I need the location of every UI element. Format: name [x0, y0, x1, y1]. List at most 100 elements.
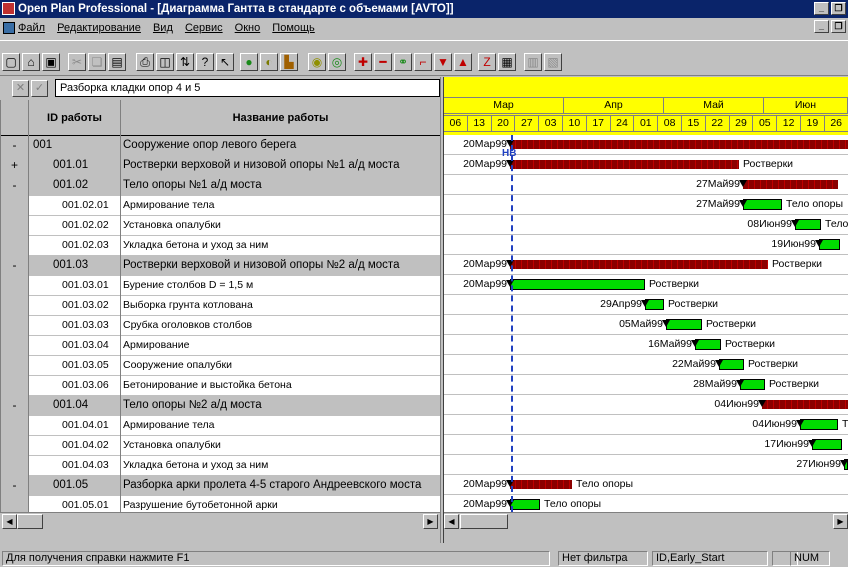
row-outline-toggle[interactable]: -: [1, 256, 29, 276]
activity-name-cell[interactable]: Бурение столбов D = 1,5 м: [121, 276, 440, 296]
table-row[interactable]: 001.03.02 Выборка грунта котлована: [1, 296, 440, 316]
target-icon[interactable]: ◎: [328, 53, 346, 71]
resource-icon[interactable]: ◐: [260, 53, 278, 71]
row-outline-toggle[interactable]: [1, 216, 29, 236]
restore-button[interactable]: ❐: [831, 2, 846, 15]
sort-icon[interactable]: ⇅: [176, 53, 194, 71]
row-outline-toggle[interactable]: [1, 316, 29, 336]
menu-window[interactable]: Окно: [235, 22, 261, 34]
minimize-button[interactable]: _: [814, 2, 829, 15]
open-icon[interactable]: ⌂: [22, 53, 40, 71]
table-row[interactable]: 001.03.05 Сооружение опалубки: [1, 356, 440, 376]
grid-horizontal-scrollbar[interactable]: ◀ ▶: [0, 512, 440, 529]
save-icon[interactable]: ▣: [42, 53, 60, 71]
table-row[interactable]: 001.02.03 Укладка бетона и уход за ним: [1, 236, 440, 256]
row-outline-toggle[interactable]: [1, 296, 29, 316]
cut-icon[interactable]: ✂: [68, 53, 86, 71]
activity-id-cell[interactable]: 001.05: [29, 476, 121, 496]
gantt-scroll-left-button[interactable]: ◀: [444, 514, 459, 529]
confirm-edit-icon[interactable]: ✓: [31, 80, 48, 97]
row-outline-toggle[interactable]: [1, 336, 29, 356]
activity-id-cell[interactable]: 001.03.06: [29, 376, 121, 396]
activity-name-cell[interactable]: Сооружение опор левого берега: [121, 136, 440, 156]
activity-name-cell[interactable]: Разборка арки пролета 4-5 старого Андрее…: [121, 476, 440, 496]
table-row[interactable]: -001.05 Разборка арки пролета 4-5 старого…: [1, 476, 440, 496]
activity-id-cell[interactable]: 001.02.03: [29, 236, 121, 256]
menu-service[interactable]: Сервис: [185, 22, 223, 34]
activity-name-cell[interactable]: Тело опоры №1 а/д моста: [121, 176, 440, 196]
table-row[interactable]: 001.05.01 Разрушение бутобетонной арки: [1, 496, 440, 512]
row-outline-toggle[interactable]: [1, 236, 29, 256]
row-outline-toggle[interactable]: -: [1, 136, 29, 156]
table-row[interactable]: -001.03 Ростверки верховой и низовой опор…: [1, 256, 440, 276]
activity-name-cell[interactable]: Ростверки верховой и низовой опоры №2 а/…: [121, 256, 440, 276]
column-header-id[interactable]: ID работы: [29, 100, 121, 136]
row-outline-toggle[interactable]: [1, 376, 29, 396]
task-bar[interactable]: [510, 279, 645, 290]
table-row[interactable]: -001 Сооружение опор левого берега: [1, 136, 440, 156]
unlink-icon[interactable]: ⌐: [414, 53, 432, 71]
task-bar[interactable]: [812, 439, 842, 450]
activity-id-cell[interactable]: 001.02.01: [29, 196, 121, 216]
table-row[interactable]: -001.02 Тело опоры №1 а/д моста: [1, 176, 440, 196]
add-icon[interactable]: ✚: [354, 53, 372, 71]
activity-id-cell[interactable]: 001.05.01: [29, 496, 121, 512]
row-outline-toggle[interactable]: [1, 456, 29, 476]
menu-view[interactable]: Вид: [153, 22, 173, 34]
row-outline-toggle[interactable]: -: [1, 476, 29, 496]
activity-name-cell[interactable]: Установка опалубки: [121, 436, 440, 456]
progress-icon[interactable]: ◉: [308, 53, 326, 71]
new-icon[interactable]: ▢: [2, 53, 20, 71]
activity-id-cell[interactable]: 001.04.03: [29, 456, 121, 476]
activity-name-cell[interactable]: Бетонирование и выстойка бетона: [121, 376, 440, 396]
activity-id-cell[interactable]: 001.03.01: [29, 276, 121, 296]
summary-bar[interactable]: [510, 480, 572, 489]
activity-name-cell[interactable]: Установка опалубки: [121, 216, 440, 236]
activity-name-cell[interactable]: Армирование тела: [121, 416, 440, 436]
activity-name-cell[interactable]: Срубка оголовков столбов: [121, 316, 440, 336]
row-outline-toggle[interactable]: [1, 436, 29, 456]
row-outline-toggle[interactable]: [1, 496, 29, 512]
link-icon[interactable]: ⚭: [394, 53, 412, 71]
layout-icon[interactable]: ▥: [524, 53, 542, 71]
task-bar[interactable]: [800, 419, 838, 430]
activity-name-cell[interactable]: Армирование тела: [121, 196, 440, 216]
row-outline-toggle[interactable]: +: [1, 156, 29, 176]
row-outline-toggle[interactable]: [1, 416, 29, 436]
cancel-edit-icon[interactable]: ✕: [12, 80, 29, 97]
table-row[interactable]: 001.03.04 Армирование: [1, 336, 440, 356]
table-icon[interactable]: ▦: [498, 53, 516, 71]
copy-icon[interactable]: ❏: [88, 53, 106, 71]
activity-name-cell[interactable]: Укладка бетона и уход за ним: [121, 236, 440, 256]
table-row[interactable]: 001.02.01 Армирование тела: [1, 196, 440, 216]
summary-bar[interactable]: [510, 160, 739, 169]
summary-bar[interactable]: [510, 260, 768, 269]
gantt-horizontal-scrollbar[interactable]: ◀ ▶: [444, 512, 848, 529]
activity-id-cell[interactable]: 001.02.02: [29, 216, 121, 236]
print-icon[interactable]: ⎙: [136, 53, 154, 71]
remove-icon[interactable]: ━: [374, 53, 392, 71]
move-down-icon[interactable]: ▼: [434, 53, 452, 71]
table-row[interactable]: 001.03.03 Срубка оголовков столбов: [1, 316, 440, 336]
activity-name-cell[interactable]: Укладка бетона и уход за ним: [121, 456, 440, 476]
doc-restore-button[interactable]: ❐: [831, 20, 846, 33]
menu-edit[interactable]: Редактирование: [57, 22, 141, 34]
table-row[interactable]: 001.04.03 Укладка бетона и уход за ним: [1, 456, 440, 476]
task-bar[interactable]: [666, 319, 702, 330]
activity-name-cell[interactable]: Разрушение бутобетонной арки: [121, 496, 440, 512]
doc-minimize-button[interactable]: _: [814, 20, 829, 33]
row-outline-toggle[interactable]: -: [1, 176, 29, 196]
table-row[interactable]: 001.03.06 Бетонирование и выстойка бетона: [1, 376, 440, 396]
activity-id-cell[interactable]: 001.04.01: [29, 416, 121, 436]
row-selector-header[interactable]: [1, 100, 29, 136]
column-header-name[interactable]: Название работы: [121, 100, 440, 136]
activity-id-cell[interactable]: 001.04.02: [29, 436, 121, 456]
activity-id-cell[interactable]: 001.03.03: [29, 316, 121, 336]
activity-id-cell[interactable]: 001.03.04: [29, 336, 121, 356]
table-row[interactable]: -001.04 Тело опоры №2 а/д моста: [1, 396, 440, 416]
table-row[interactable]: 001.03.01 Бурение столбов D = 1,5 м: [1, 276, 440, 296]
menu-file[interactable]: Файл: [18, 22, 45, 34]
activity-name-cell[interactable]: Тело опоры №2 а/д моста: [121, 396, 440, 416]
row-outline-toggle[interactable]: [1, 276, 29, 296]
menu-help[interactable]: Помощь: [272, 22, 315, 34]
